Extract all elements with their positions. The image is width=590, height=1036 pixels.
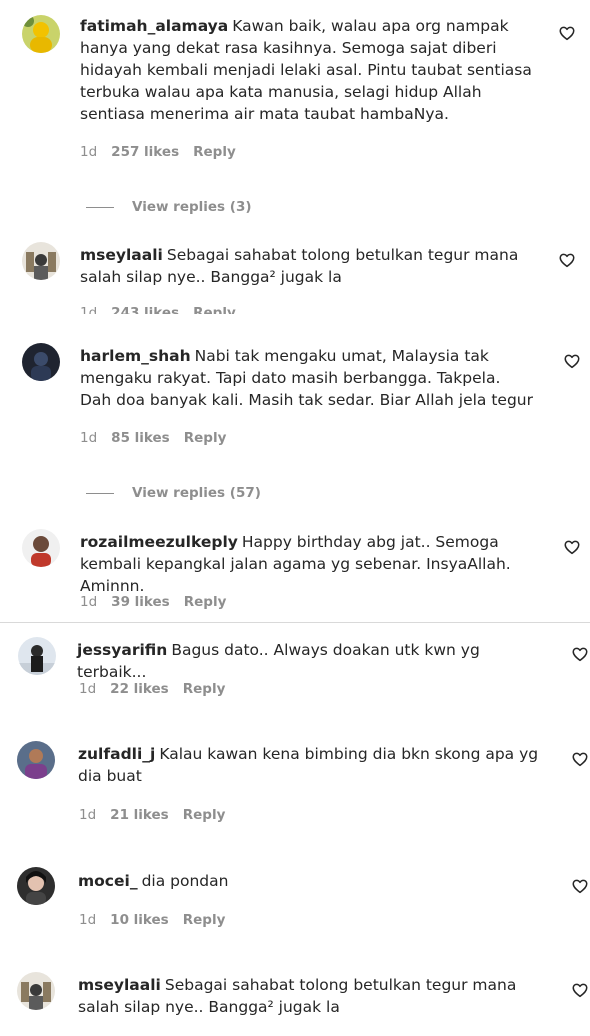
reply-button[interactable]: Reply xyxy=(193,144,236,160)
likes-count[interactable]: 257 likes xyxy=(111,144,179,160)
comment-time: 1d xyxy=(80,594,98,610)
avatar[interactable] xyxy=(18,637,56,675)
reply-button[interactable]: Reply xyxy=(193,305,236,314)
avatar[interactable] xyxy=(22,529,60,567)
username[interactable]: rozailmeezulkeply xyxy=(80,533,238,551)
like-heart-icon[interactable] xyxy=(571,981,589,999)
username[interactable]: zulfadli_j xyxy=(78,745,155,763)
reply-button[interactable]: Reply xyxy=(183,681,226,697)
like-heart-icon[interactable] xyxy=(571,877,589,895)
divider xyxy=(0,622,590,623)
username[interactable]: harlem_shah xyxy=(80,347,191,365)
replies-line xyxy=(86,492,114,494)
comment-time: 1d xyxy=(79,807,97,823)
view-replies-button[interactable]: View replies (57) xyxy=(86,485,261,501)
avatar[interactable] xyxy=(22,242,60,280)
reply-button[interactable]: Reply xyxy=(184,594,227,610)
comment-time: 1d xyxy=(79,681,97,697)
username[interactable]: jessyarifin xyxy=(77,641,167,659)
avatar[interactable] xyxy=(22,343,60,381)
reply-button[interactable]: Reply xyxy=(183,807,226,823)
reply-button[interactable]: Reply xyxy=(183,912,226,928)
view-replies-label: View replies (57) xyxy=(132,485,261,501)
likes-count[interactable]: 39 likes xyxy=(111,594,170,610)
likes-count[interactable]: 22 likes xyxy=(110,681,169,697)
like-heart-icon[interactable] xyxy=(563,538,581,556)
view-replies-label: View replies (3) xyxy=(132,199,252,215)
avatar[interactable] xyxy=(17,741,55,779)
reply-button[interactable]: Reply xyxy=(184,430,227,446)
likes-count[interactable]: 10 likes xyxy=(110,912,169,928)
comment-time: 1d xyxy=(79,912,97,928)
view-replies-button[interactable]: View replies (3) xyxy=(86,199,252,215)
like-heart-icon[interactable] xyxy=(571,750,589,768)
like-heart-icon[interactable] xyxy=(558,251,576,269)
like-heart-icon[interactable] xyxy=(571,645,589,663)
replies-line xyxy=(86,206,114,208)
likes-count[interactable]: 243 likes xyxy=(111,305,179,314)
username[interactable]: mocei_ xyxy=(78,872,138,890)
like-heart-icon[interactable] xyxy=(563,352,581,370)
comment-time: 1d xyxy=(80,430,98,446)
username[interactable]: fatimah_alamaya xyxy=(80,17,228,35)
comment-text: dia pondan xyxy=(141,872,229,890)
likes-count[interactable]: 85 likes xyxy=(111,430,170,446)
username[interactable]: mseylaali xyxy=(80,246,163,264)
likes-count[interactable]: 21 likes xyxy=(110,807,169,823)
username[interactable]: mseylaali xyxy=(78,976,161,994)
like-heart-icon[interactable] xyxy=(558,24,576,42)
avatar[interactable] xyxy=(17,972,55,1010)
comment-time: 1d xyxy=(80,144,98,160)
avatar[interactable] xyxy=(22,15,60,53)
comment-time: 1d xyxy=(80,305,98,314)
avatar[interactable] xyxy=(17,867,55,905)
